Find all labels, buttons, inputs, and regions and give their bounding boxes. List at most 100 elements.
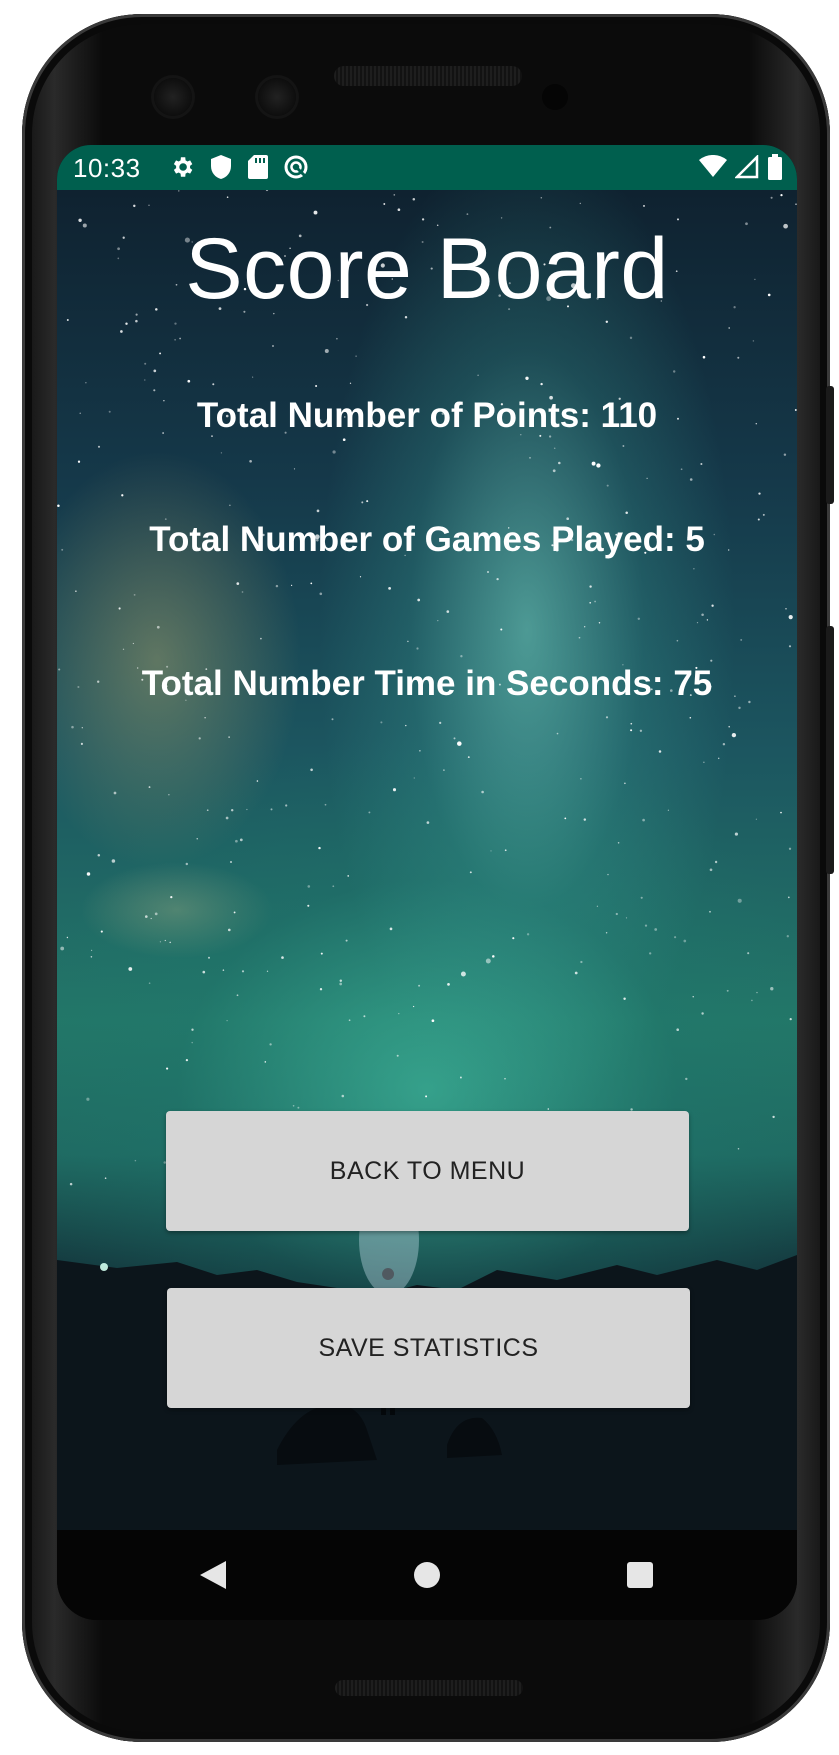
- star: [241, 970, 245, 973]
- star: [496, 577, 499, 581]
- star: [229, 504, 231, 506]
- nav-back-button[interactable]: [190, 1552, 236, 1598]
- star: [643, 204, 645, 207]
- star: [120, 330, 123, 333]
- star: [347, 875, 350, 877]
- star: [580, 777, 582, 780]
- star: [185, 862, 189, 866]
- star: [467, 756, 470, 759]
- star: [71, 725, 74, 729]
- star: [339, 982, 343, 986]
- star: [270, 808, 273, 811]
- star: [226, 196, 229, 198]
- star: [685, 1077, 688, 1081]
- star: [225, 816, 229, 820]
- star: [752, 340, 755, 342]
- star: [319, 988, 323, 991]
- star: [583, 818, 587, 821]
- star: [380, 721, 383, 724]
- star: [625, 511, 628, 514]
- save-statistics-button[interactable]: SAVE STATISTICS: [167, 1288, 690, 1408]
- score-board-screen: Score Board Total Number of Points: 110 …: [57, 190, 797, 1530]
- star: [731, 732, 737, 738]
- star: [332, 450, 336, 454]
- device-screen: 10:33 Score Board Total Number of Points…: [57, 145, 797, 1620]
- star: [355, 355, 357, 357]
- recents-square-icon: [627, 1562, 653, 1588]
- star: [229, 860, 233, 864]
- star: [500, 217, 503, 219]
- star: [368, 811, 371, 814]
- star: [331, 718, 334, 721]
- star: [412, 1005, 415, 1008]
- earpiece-speaker: [334, 66, 522, 86]
- star: [579, 202, 581, 205]
- star: [596, 905, 599, 907]
- star: [795, 203, 797, 205]
- star: [230, 808, 234, 812]
- star: [637, 617, 641, 621]
- star: [591, 461, 596, 466]
- star: [97, 853, 101, 857]
- star: [755, 818, 758, 820]
- status-bar: 10:33: [57, 145, 797, 190]
- star: [529, 457, 531, 459]
- star: [607, 873, 609, 876]
- star: [680, 468, 683, 471]
- star: [654, 928, 658, 931]
- star: [81, 727, 83, 729]
- star: [747, 952, 750, 955]
- star: [500, 628, 503, 631]
- back-triangle-icon: [200, 1561, 226, 1589]
- star: [780, 811, 782, 814]
- star: [332, 885, 335, 888]
- star: [596, 463, 601, 468]
- star: [770, 987, 774, 991]
- star: [788, 645, 792, 648]
- star: [701, 613, 704, 617]
- star: [319, 592, 323, 596]
- star: [437, 619, 439, 622]
- star: [419, 750, 421, 752]
- star: [644, 924, 648, 927]
- star: [148, 982, 151, 985]
- star: [256, 780, 259, 782]
- star: [696, 621, 699, 624]
- front-camera-icon: [154, 78, 192, 116]
- star: [272, 345, 274, 347]
- star: [439, 721, 442, 725]
- nav-home-button[interactable]: [404, 1552, 450, 1598]
- star: [676, 639, 679, 642]
- star: [481, 790, 484, 794]
- star: [85, 382, 87, 384]
- navigation-bar: [57, 1530, 797, 1620]
- star: [710, 659, 713, 662]
- battery-icon: [768, 154, 782, 180]
- star: [202, 970, 206, 974]
- star: [227, 928, 231, 932]
- star: [348, 1019, 351, 1022]
- star: [135, 319, 138, 323]
- star: [598, 622, 601, 624]
- star: [341, 1094, 345, 1098]
- star: [728, 327, 731, 329]
- star: [540, 382, 543, 386]
- star: [310, 768, 313, 772]
- star: [709, 910, 711, 913]
- shield-icon: [211, 155, 231, 179]
- star: [86, 872, 91, 876]
- star: [86, 1097, 90, 1101]
- back-to-menu-button[interactable]: BACK TO MENU: [166, 1111, 689, 1231]
- star: [446, 610, 450, 613]
- star: [292, 1104, 295, 1107]
- star: [60, 946, 65, 951]
- nav-recents-button[interactable]: [617, 1552, 663, 1598]
- star: [132, 642, 135, 645]
- star: [307, 885, 311, 888]
- star: [642, 818, 645, 822]
- star: [313, 210, 318, 215]
- star: [553, 447, 556, 449]
- star: [425, 1095, 428, 1098]
- star: [492, 955, 495, 958]
- star: [460, 655, 463, 658]
